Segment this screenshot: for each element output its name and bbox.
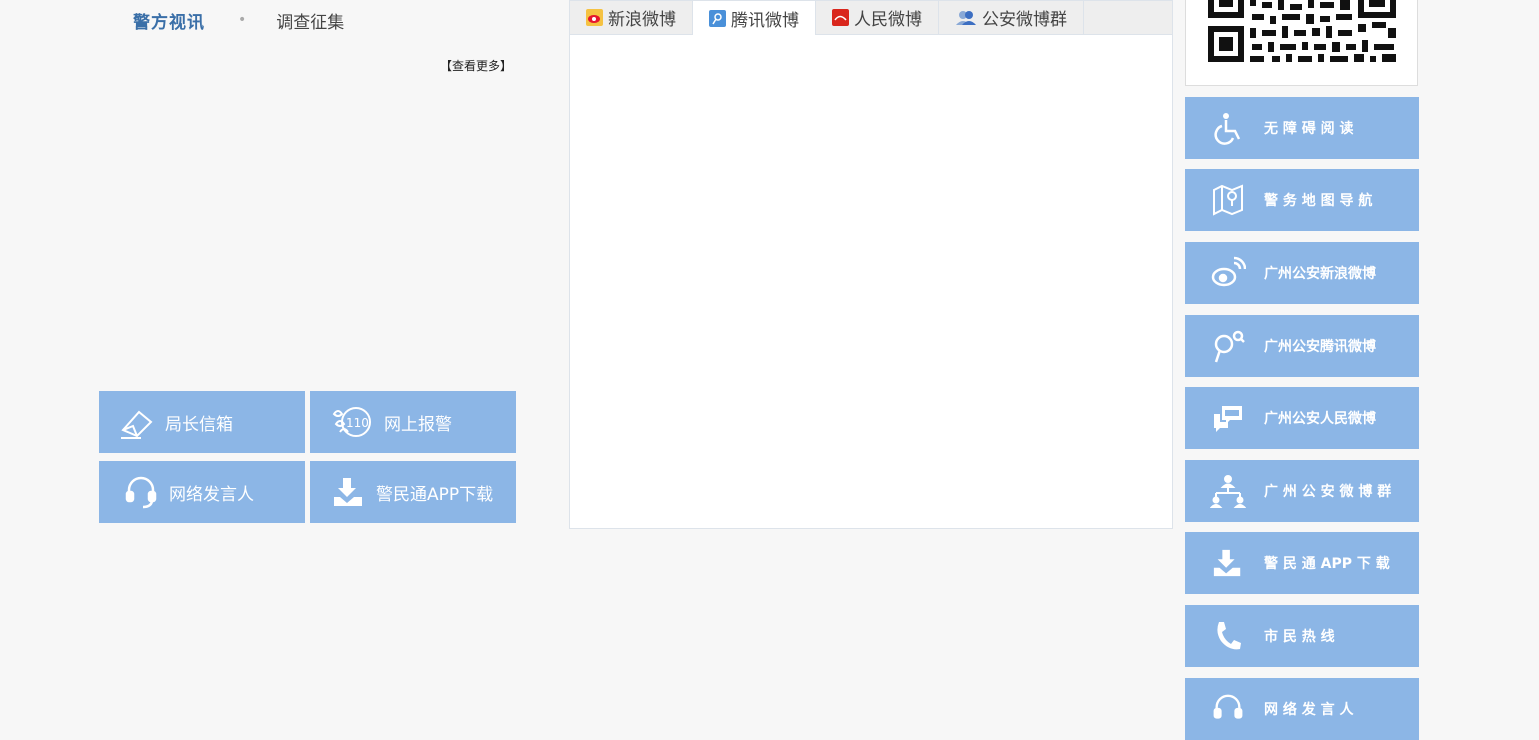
mail-envelope-icon [121, 410, 153, 439]
right-network-spokesman-label: 网 络 发 言 人 [1264, 702, 1354, 718]
police-map-navigation-button[interactable]: 警 务 地 图 导 航 [1185, 169, 1419, 231]
group-icon [955, 9, 977, 26]
network-spokesman-label: 网络发言人 [169, 484, 254, 505]
right-app-download-button[interactable]: 警 民 通 APP 下 载 [1185, 532, 1419, 594]
weibo-panel: 新浪微博 腾讯微博 人民微博 公安微博群 [569, 0, 1173, 529]
download-icon [1207, 542, 1249, 584]
tencent-weibo-icon [709, 9, 726, 27]
tab-people-weibo-label: 人民微博 [854, 10, 922, 30]
tab-survey[interactable]: 调查征集 [276, 8, 344, 33]
gz-police-people-weibo-button[interactable]: 广州公安人民微博 [1185, 387, 1419, 449]
gz-police-people-weibo-label: 广州公安人民微博 [1264, 411, 1376, 427]
online-report-button[interactable]: 110 网上报警 [310, 391, 516, 453]
police-110-icon: 110 [332, 407, 371, 437]
right-network-spokesman-button[interactable]: 网 络 发 言 人 [1185, 678, 1419, 740]
online-report-label: 网上报警 [384, 414, 452, 435]
accessible-reading-button[interactable]: 无 障 碍 阅 读 [1185, 97, 1419, 159]
citizen-hotline-label: 市 民 热 线 [1264, 629, 1335, 645]
app-download-label: 警民通APP下载 [376, 484, 494, 505]
gz-police-tencent-weibo-label: 广州公安腾讯微博 [1264, 339, 1376, 355]
citizen-hotline-button[interactable]: 市 民 热 线 [1185, 605, 1419, 667]
chat-bubbles-icon [1207, 397, 1249, 439]
people-weibo-icon [832, 9, 849, 26]
gz-police-sina-weibo-label: 广州公安新浪微博 [1264, 266, 1376, 282]
tab-people-weibo[interactable]: 人民微博 [816, 1, 939, 34]
accessible-reading-label: 无 障 碍 阅 读 [1264, 121, 1354, 137]
tab-police-video[interactable]: 警方视讯 [133, 8, 205, 33]
download-icon [334, 478, 362, 506]
director-mailbox-button[interactable]: 局长信箱 [99, 391, 305, 453]
app-download-button[interactable]: 警民通APP下载 [310, 461, 516, 523]
tab-tencent-weibo[interactable]: 腾讯微博 [693, 1, 816, 35]
right-app-download-label: 警 民 通 APP 下 载 [1264, 556, 1390, 572]
gz-police-weibo-group-label: 广 州 公 安 微 博 群 [1264, 484, 1392, 500]
police-map-navigation-label: 警 务 地 图 导 航 [1264, 193, 1373, 209]
headset-icon [1207, 688, 1249, 730]
view-more-link[interactable]: 【查看更多】 [440, 57, 512, 74]
left-tab-bar: 警方视讯 • 调查征集 [133, 6, 344, 34]
org-chart-icon [1207, 470, 1249, 512]
tab-police-weibo-group-label: 公安微博群 [982, 10, 1067, 30]
network-spokesman-button[interactable]: 网络发言人 [99, 461, 305, 523]
headset-icon [125, 476, 157, 509]
tab-police-weibo-group[interactable]: 公安微博群 [939, 1, 1084, 34]
director-mailbox-label: 局长信箱 [165, 414, 233, 435]
tab-sina-weibo-label: 新浪微博 [608, 10, 676, 30]
qr-code-icon [1208, 0, 1396, 62]
wheelchair-icon [1207, 107, 1249, 149]
qr-code-box [1185, 0, 1418, 86]
map-navigation-icon [1207, 179, 1249, 221]
gz-police-tencent-weibo-button[interactable]: 广州公安腾讯微博 [1185, 315, 1419, 377]
svg-text:110: 110 [346, 416, 369, 430]
weibo-tab-bar: 新浪微博 腾讯微博 人民微博 公安微博群 [570, 1, 1172, 35]
sina-weibo-icon [1207, 252, 1249, 294]
sina-weibo-icon [586, 9, 603, 26]
gz-police-sina-weibo-button[interactable]: 广州公安新浪微博 [1185, 242, 1419, 304]
phone-icon [1207, 615, 1249, 657]
tab-tencent-weibo-label: 腾讯微博 [731, 10, 799, 31]
tab-sina-weibo[interactable]: 新浪微博 [570, 1, 693, 34]
tab-separator-dot: • [238, 12, 247, 28]
gz-police-weibo-group-button[interactable]: 广 州 公 安 微 博 群 [1185, 460, 1419, 522]
tencent-weibo-icon [1207, 325, 1249, 367]
